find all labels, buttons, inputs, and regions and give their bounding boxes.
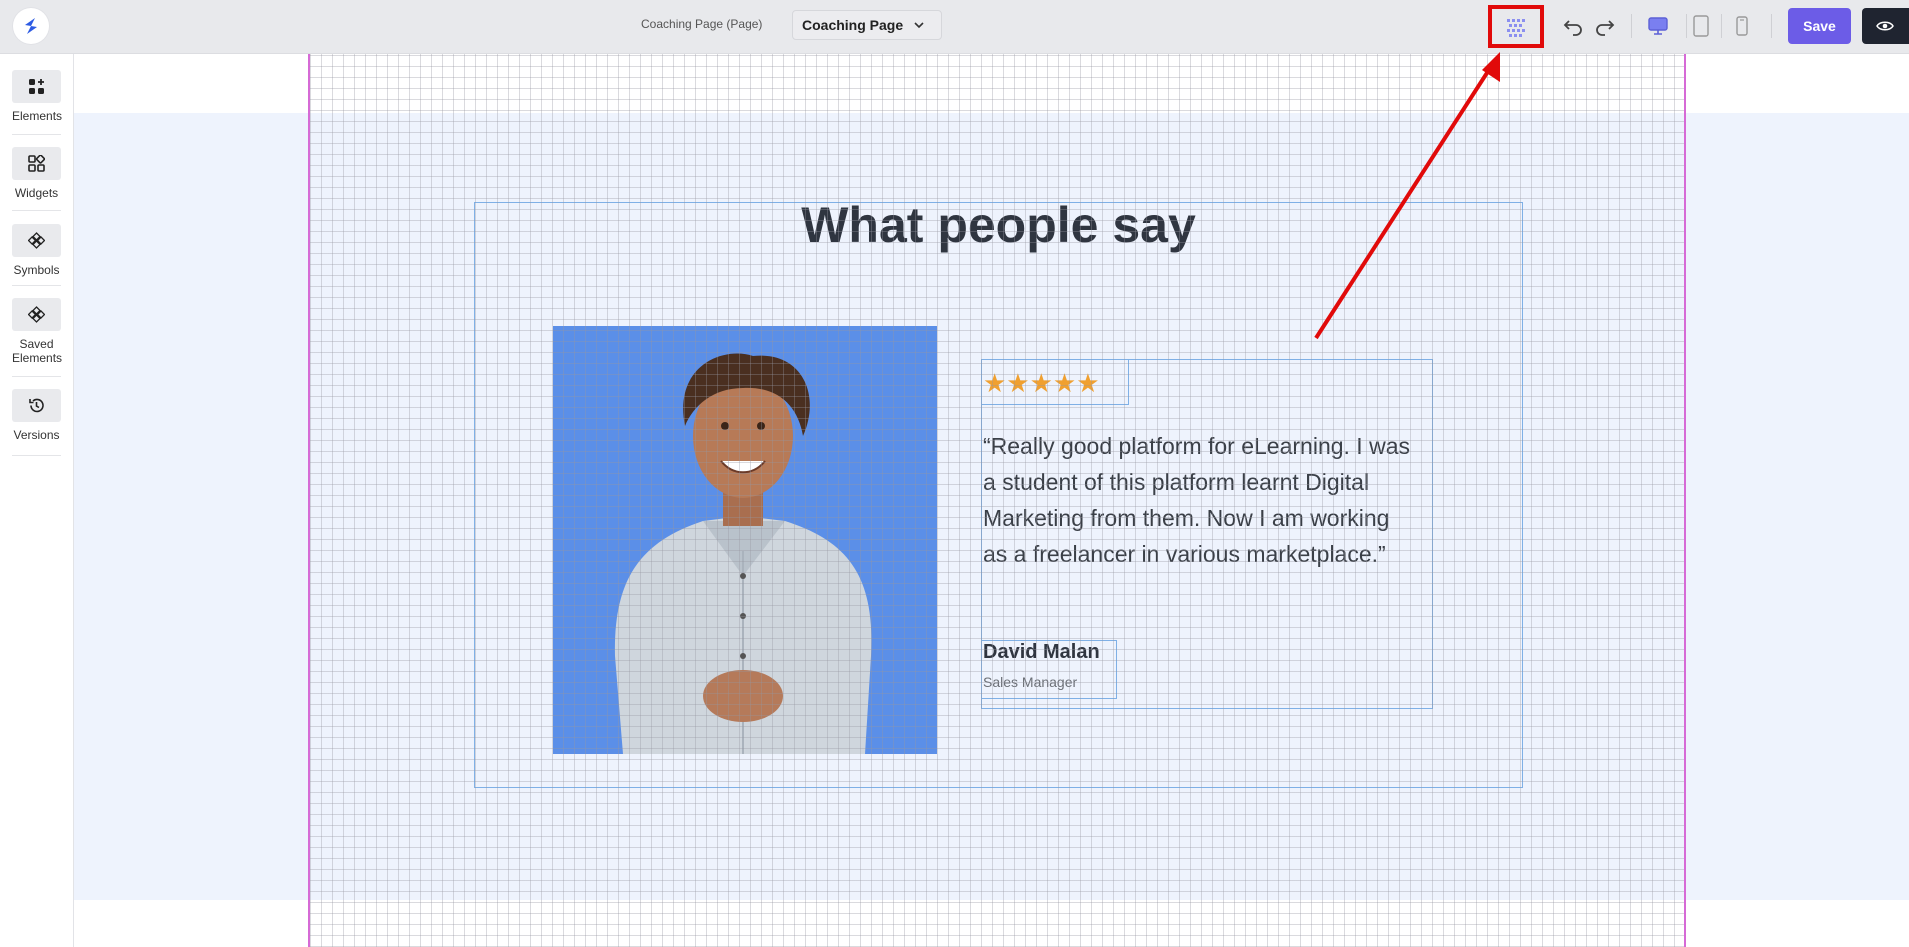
tablet-view-icon[interactable]	[1688, 13, 1714, 39]
section-heading[interactable]: What people say	[474, 196, 1523, 254]
sidebar-item-versions[interactable]: Versions	[12, 389, 61, 442]
page-caption: Coaching Page (Page)	[641, 17, 763, 31]
redo-icon[interactable]	[1592, 13, 1618, 39]
sidebar-divider	[12, 134, 61, 135]
preview-button[interactable]	[1862, 8, 1909, 44]
author-role[interactable]: Sales Manager	[983, 674, 1077, 690]
sidebar-divider	[12, 455, 61, 456]
save-button[interactable]: Save	[1788, 8, 1851, 44]
eye-icon	[1876, 21, 1894, 31]
chevron-down-icon	[914, 22, 924, 29]
elements-icon	[29, 79, 44, 94]
app-logo[interactable]	[13, 8, 49, 44]
sidebar-item-widgets[interactable]: Widgets	[12, 147, 61, 200]
person-portrait	[614, 353, 872, 754]
saved-elements-button[interactable]	[12, 298, 61, 331]
grid-icon	[1507, 19, 1525, 37]
desktop-view-icon[interactable]	[1645, 13, 1671, 39]
history-icon	[29, 398, 44, 413]
widgets-icon	[28, 155, 45, 172]
testimonial-photo[interactable]	[553, 326, 937, 754]
toolbar-divider	[1686, 14, 1687, 38]
left-sidebar: Elements Widgets Symbols Saved Elements …	[0, 54, 74, 947]
grid-toggle-button[interactable]	[1488, 5, 1544, 48]
star-rating: ★★★★★	[983, 368, 1100, 398]
sidebar-item-label: Symbols	[13, 263, 60, 277]
symbols-icon	[28, 232, 45, 249]
toolbar-divider	[1771, 14, 1772, 38]
sidebar-divider	[12, 210, 61, 211]
toolbar-divider	[1721, 14, 1722, 38]
sidebar-divider	[12, 285, 61, 286]
widgets-button[interactable]	[12, 147, 61, 180]
author-name[interactable]: David Malan	[983, 641, 1100, 664]
versions-button[interactable]	[12, 389, 61, 422]
undo-icon[interactable]	[1560, 13, 1586, 39]
page-select[interactable]: Coaching Page	[792, 10, 942, 40]
sidebar-divider	[12, 376, 61, 377]
sidebar-item-label: Saved Elements	[12, 337, 63, 365]
saved-elements-icon	[28, 306, 45, 323]
sidebar-item-saved-elements[interactable]: Saved Elements	[12, 298, 63, 365]
elements-button[interactable]	[12, 70, 61, 103]
toolbar-divider	[1631, 14, 1632, 38]
mobile-view-icon[interactable]	[1729, 13, 1755, 39]
page-select-value: Coaching Page	[802, 17, 904, 33]
sidebar-item-symbols[interactable]: Symbols	[12, 224, 61, 277]
top-toolbar: Coaching Page (Page) Coaching Page Save	[0, 0, 1909, 54]
symbols-button[interactable]	[12, 224, 61, 257]
sidebar-item-label: Widgets	[14, 186, 59, 200]
logo-icon	[25, 18, 37, 34]
sidebar-item-label: Elements	[12, 109, 63, 123]
sidebar-item-elements[interactable]: Elements	[12, 70, 63, 123]
sidebar-item-label: Versions	[13, 428, 60, 442]
testimonial-quote[interactable]: “Really good platform for eLearning. I w…	[983, 428, 1413, 572]
